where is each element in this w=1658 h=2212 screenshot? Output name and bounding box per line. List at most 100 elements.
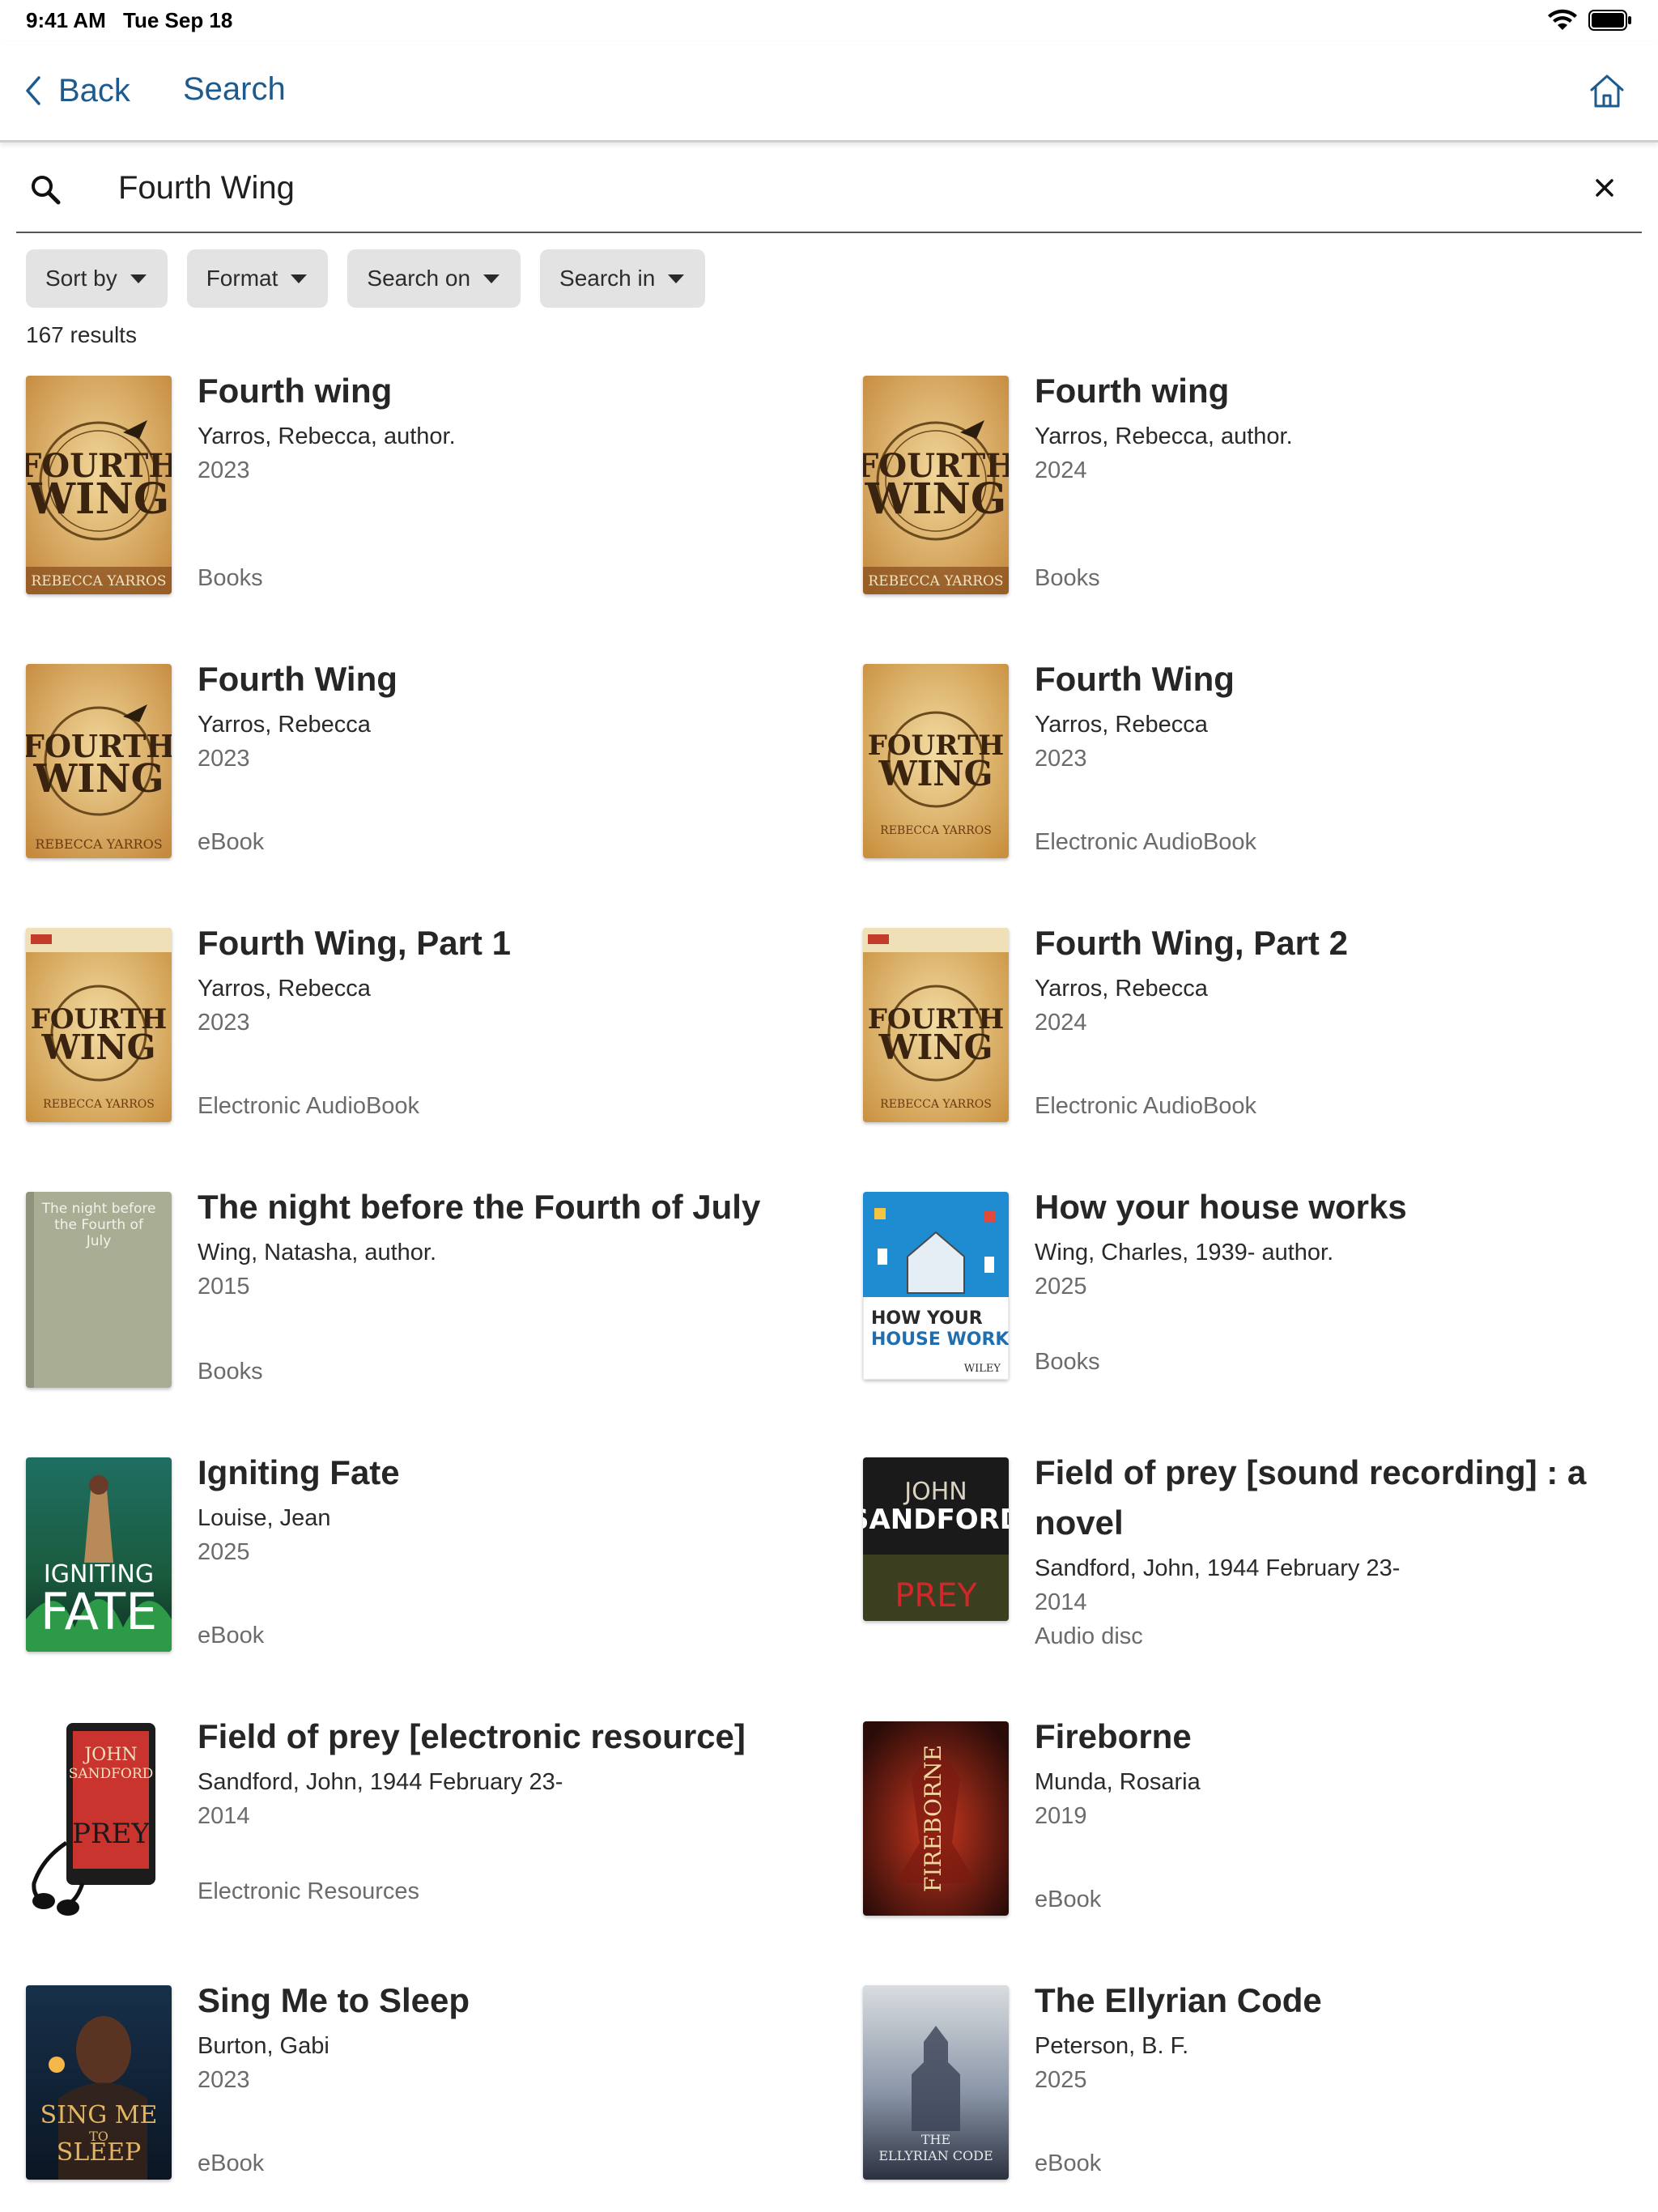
item-year: 2024: [1035, 1010, 1087, 1036]
list-item[interactable]: JOHN SANDFORD PREY Field of prey [sound …: [863, 1453, 1640, 1652]
list-item[interactable]: JOHN SANDFORD PREY Field of prey [electr…: [26, 1717, 803, 1916]
list-item[interactable]: FOURTH WING REBECCA YARROS Fourth Wing Y…: [26, 660, 803, 858]
list-item[interactable]: FOURTH WING REBECCA YARROS Fourth Wing, …: [26, 924, 803, 1122]
item-author: Yarros, Rebecca: [1035, 976, 1208, 1002]
svg-text:SANDFORD: SANDFORD: [863, 1504, 1009, 1536]
item-year: 2023: [198, 457, 250, 483]
book-cover: FOURTH WING REBECCA YARROS: [26, 664, 172, 858]
list-item[interactable]: FIREBORNE Fireborne Munda, Rosaria 2019 …: [863, 1717, 1640, 1916]
item-year: 2015: [198, 1274, 250, 1300]
item-author: Yarros, Rebecca: [198, 712, 371, 738]
item-info: The Ellyrian Code Peterson, B. F. 2025: [1035, 1981, 1650, 2097]
item-author: Sandford, John, 1944 February 23-: [1035, 1555, 1401, 1581]
item-title: How your house works: [1035, 1188, 1407, 1226]
item-format: Books: [1035, 1349, 1100, 1375]
svg-text:WING: WING: [40, 1027, 155, 1067]
item-author: Burton, Gabi: [198, 2033, 329, 2059]
svg-text:WING: WING: [28, 474, 170, 524]
item-title: Igniting Fate: [198, 1453, 400, 1491]
item-title: Fourth Wing: [1035, 660, 1235, 698]
svg-text:FATE: FATE: [40, 1582, 158, 1641]
item-year: 2023: [198, 2067, 250, 2093]
item-author: Louise, Jean: [198, 1505, 331, 1531]
list-item[interactable]: The night before the Fourth of July The …: [26, 1188, 803, 1388]
item-info: Fourth Wing, Part 2 Yarros, Rebecca 2024: [1035, 924, 1650, 1040]
item-title: Field of prey [electronic resource]: [198, 1717, 746, 1755]
item-format: Electronic AudioBook: [1035, 1093, 1257, 1119]
svg-text:REBECCA YARROS: REBECCA YARROS: [880, 1098, 992, 1111]
list-item[interactable]: HOW YOUR HOUSE WORKS WILEY How your hous…: [863, 1188, 1640, 1380]
svg-text:WING: WING: [865, 474, 1007, 524]
item-author: Yarros, Rebecca: [198, 976, 371, 1002]
item-year: 2025: [198, 1539, 250, 1565]
book-cover: SING ME TO SLEEP: [26, 1985, 172, 2180]
svg-text:The night before: The night before: [41, 1201, 156, 1217]
svg-text:HOUSE WORKS: HOUSE WORKS: [871, 1329, 1009, 1350]
svg-text:REBECCA YARROS: REBECCA YARROS: [868, 573, 1003, 589]
svg-text:REBECCA YARROS: REBECCA YARROS: [35, 836, 162, 852]
list-item[interactable]: FOURTH WING REBECCA YARROS Fourth Wing Y…: [863, 660, 1640, 858]
svg-text:REBECCA YARROS: REBECCA YARROS: [880, 824, 992, 837]
item-title: Fourth Wing: [198, 660, 397, 698]
book-cover: The night before the Fourth of July: [26, 1192, 172, 1388]
item-format: Electronic AudioBook: [198, 1093, 420, 1119]
svg-text:THE: THE: [921, 2132, 950, 2147]
book-cover: FOURTH WING REBECCA YARROS: [863, 928, 1009, 1122]
item-title: Field of prey [sound recording] : a nove…: [1035, 1453, 1587, 1542]
item-info: The night before the Fourth of July Wing…: [198, 1188, 813, 1304]
item-title: Fourth Wing, Part 1: [198, 924, 511, 962]
svg-text:SANDFORD: SANDFORD: [69, 1766, 154, 1782]
book-cover: JOHN SANDFORD PREY: [26, 1721, 172, 1916]
book-cover: FOURTH WING REBECCA YARROS: [863, 664, 1009, 858]
item-info: Fourth wing Yarros, Rebecca, author. 202…: [198, 372, 813, 487]
item-format: eBook: [198, 1623, 265, 1648]
item-title: Fourth wing: [1035, 372, 1230, 410]
item-title: Fourth Wing, Part 2: [1035, 924, 1348, 962]
svg-text:July: July: [86, 1233, 112, 1249]
svg-text:WING: WING: [32, 756, 164, 802]
book-cover: HOW YOUR HOUSE WORKS WILEY: [863, 1192, 1009, 1380]
item-format: eBook: [1035, 2150, 1102, 2176]
item-year: 2023: [198, 1010, 250, 1036]
item-author: Yarros, Rebecca, author.: [1035, 423, 1293, 449]
svg-text:ELLYRIAN CODE: ELLYRIAN CODE: [878, 2148, 993, 2163]
item-author: Wing, Charles, 1939- author.: [1035, 1240, 1334, 1266]
list-item[interactable]: THE ELLYRIAN CODE The Ellyrian Code Pete…: [863, 1981, 1640, 2180]
item-title: Sing Me to Sleep: [198, 1981, 470, 2019]
book-cover: FIREBORNE: [863, 1721, 1009, 1916]
book-cover: FOURTH WING REBECCA YARROS: [863, 376, 1009, 594]
list-item[interactable]: SING ME TO SLEEP Sing Me to Sleep Burton…: [26, 1981, 803, 2180]
svg-text:JOHN: JOHN: [83, 1745, 137, 1765]
svg-text:PREY: PREY: [895, 1577, 977, 1614]
svg-text:JOHN: JOHN: [903, 1478, 967, 1506]
item-year: 2024: [1035, 457, 1087, 483]
item-format: Audio disc: [1035, 1623, 1143, 1649]
list-item[interactable]: IGNITING FATE Igniting Fate Louise, Jean…: [26, 1453, 803, 1652]
book-cover: JOHN SANDFORD PREY: [863, 1457, 1009, 1621]
item-title: The Ellyrian Code: [1035, 1981, 1322, 2019]
list-item[interactable]: FOURTH WING REBECCA YARROS Fourth Wing, …: [863, 924, 1640, 1122]
item-format: Electronic Resources: [198, 1878, 419, 1904]
book-cover: IGNITING FATE: [26, 1457, 172, 1652]
item-author: Peterson, B. F.: [1035, 2033, 1189, 2059]
item-year: 2025: [1035, 2067, 1087, 2093]
list-item[interactable]: FOURTH WING REBECCA YARROS Fourth wing Y…: [863, 372, 1640, 594]
item-year: 2014: [198, 1803, 250, 1829]
item-info: Fireborne Munda, Rosaria 2019: [1035, 1717, 1650, 1833]
item-info: Fourth Wing, Part 1 Yarros, Rebecca 2023: [198, 924, 813, 1040]
item-year: 2014: [1035, 1589, 1087, 1615]
item-author: Wing, Natasha, author.: [198, 1240, 436, 1266]
item-year: 2023: [1035, 746, 1087, 772]
svg-text:HOW YOUR: HOW YOUR: [871, 1308, 983, 1329]
book-cover: THE ELLYRIAN CODE: [863, 1985, 1009, 2180]
item-title: Fireborne: [1035, 1717, 1192, 1755]
book-cover: FOURTH WING REBECCA YARROS: [26, 376, 172, 594]
results-list: FOURTH WING REBECCA YARROS Fourth wing Y…: [0, 0, 1658, 2212]
item-title: Fourth wing: [198, 372, 393, 410]
svg-text:REBECCA YARROS: REBECCA YARROS: [31, 573, 166, 589]
item-format: eBook: [1035, 1887, 1102, 1912]
item-info: Field of prey [sound recording] : a nove…: [1035, 1453, 1650, 1653]
list-item[interactable]: FOURTH WING REBECCA YARROS Fourth wing Y…: [26, 372, 803, 594]
item-info: How your house works Wing, Charles, 1939…: [1035, 1188, 1650, 1304]
book-cover: FOURTH WING REBECCA YARROS: [26, 928, 172, 1122]
